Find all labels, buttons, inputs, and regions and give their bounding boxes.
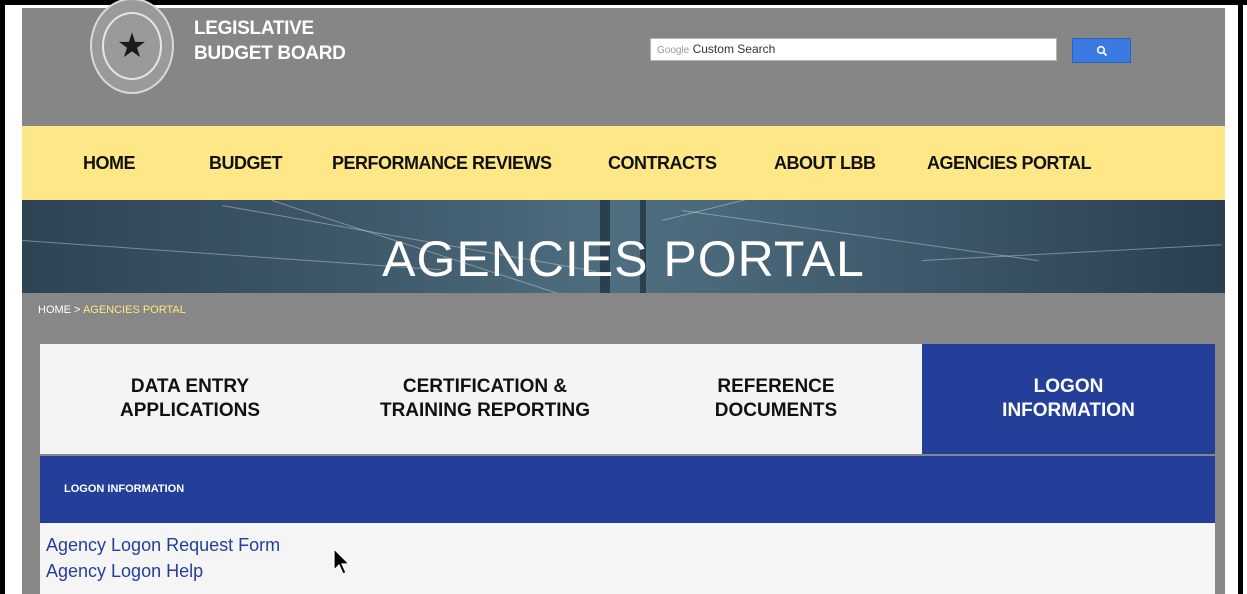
tab-logon-information[interactable]: LOGON INFORMATION	[922, 344, 1215, 454]
state-seal-logo[interactable]: ★	[90, 0, 174, 94]
nav-item-performance-reviews[interactable]: PERFORMANCE REVIEWS	[332, 126, 552, 200]
section-title: LOGON INFORMATION	[64, 483, 185, 495]
star-seal-icon: ★	[102, 12, 162, 80]
breadcrumb-current: AGENCIES PORTAL	[82, 304, 186, 316]
agency-logon-request-form-link[interactable]: Agency Logon Request Form	[46, 535, 280, 556]
magnifier-icon	[1096, 45, 1107, 56]
nav-item-agencies-portal[interactable]: AGENCIES PORTAL	[927, 126, 1092, 200]
tab-label-line-2: TRAINING REPORTING	[379, 400, 591, 421]
tab-data-entry-applications[interactable]: DATA ENTRY APPLICATIONS	[40, 344, 340, 454]
portal-tabs: DATA ENTRY APPLICATIONS CERTIFICATION & TR…	[40, 344, 1215, 454]
brand-line-1: LEGISLATIVE	[194, 18, 314, 39]
main-nav: HOME BUDGET PERFORMANCE REVIEWS CONTRACT…	[22, 126, 1225, 200]
breadcrumb: HOME > AGENCIES PORTAL	[38, 304, 186, 316]
window-border-right-lower	[1238, 295, 1243, 594]
bridge-cable	[661, 200, 954, 221]
nav-item-contracts[interactable]: CONTRACTS	[608, 126, 717, 200]
search-placeholder: Custom Search	[692, 42, 776, 56]
tab-certification-training-reporting[interactable]: CERTIFICATION & TRAINING REPORTING	[340, 344, 630, 454]
hero-banner: AGENCIES PORTAL	[22, 200, 1225, 293]
tab-label-line-1: DATA ENTRY	[130, 376, 250, 397]
tab-reference-documents[interactable]: REFERENCE DOCUMENTS	[630, 344, 922, 454]
tab-label-line-1: CERTIFICATION &	[402, 376, 568, 397]
tab-label-line-2: INFORMATION	[1002, 400, 1135, 421]
agency-logon-help-link[interactable]: Agency Logon Help	[46, 561, 203, 582]
brand-line-2: BUDGET BOARD	[194, 43, 346, 64]
breadcrumb-home[interactable]: HOME	[38, 304, 71, 316]
nav-item-about-lbb[interactable]: ABOUT LBB	[774, 126, 876, 200]
window-border-top	[0, 0, 1247, 5]
link-list: Agency Logon Request Form Agency Logon H…	[40, 523, 1215, 594]
search-input[interactable]: Google Custom Search	[650, 38, 1057, 61]
mouse-pointer-icon	[333, 548, 351, 575]
nav-item-budget[interactable]: BUDGET	[209, 126, 283, 200]
nav-item-home[interactable]: HOME	[83, 126, 136, 200]
site-header: ★ LEGISLATIVE BUDGET BOARD Google Custom…	[22, 0, 1225, 126]
section-header: LOGON INFORMATION	[40, 456, 1215, 523]
tab-label-line-1: REFERENCE	[717, 376, 835, 397]
breadcrumb-separator: >	[71, 304, 83, 316]
tab-label-line-2: APPLICATIONS	[119, 400, 261, 421]
search-button[interactable]	[1072, 38, 1131, 63]
main-content: HOME > AGENCIES PORTAL DATA ENTRY APPLICA…	[22, 293, 1225, 594]
search-provider-label: Google	[657, 45, 690, 56]
page-title: AGENCIES PORTAL	[382, 231, 865, 287]
window-border-right	[1238, 0, 1243, 295]
window-border-left	[0, 0, 5, 594]
site-brand[interactable]: LEGISLATIVE BUDGET BOARD	[194, 16, 346, 66]
tab-label-line-1: LOGON	[1033, 376, 1104, 397]
tab-label-line-2: DOCUMENTS	[714, 400, 838, 421]
